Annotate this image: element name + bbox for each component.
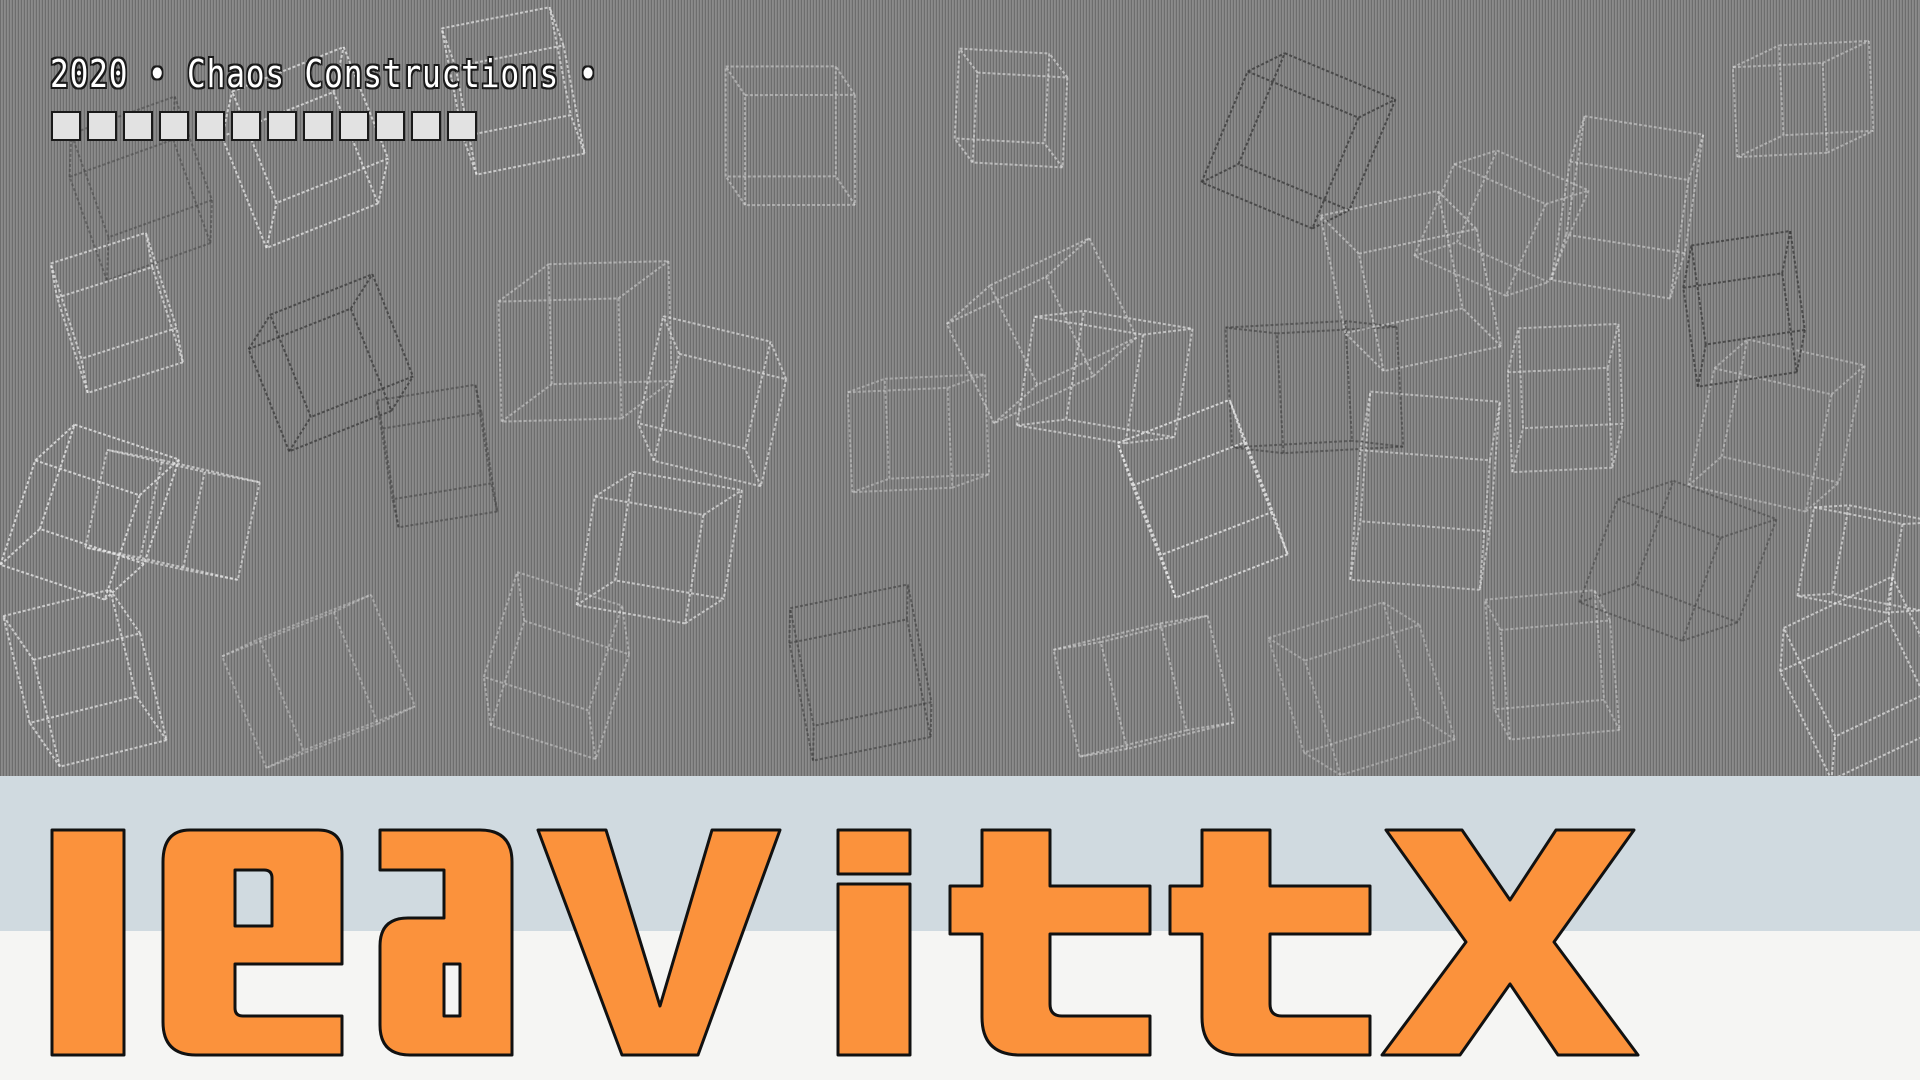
logo-glyph-v xyxy=(536,828,782,1057)
wireframe-cube-icon xyxy=(84,448,261,581)
loading-block-icon xyxy=(303,111,333,141)
logo-glyph-x xyxy=(1380,828,1640,1057)
wireframe-cube-icon xyxy=(2,588,168,768)
wireframe-cube-icon xyxy=(637,315,788,488)
wireframe-cube-icon xyxy=(497,260,673,423)
loading-block-icon xyxy=(123,111,153,141)
wireframe-cube-icon xyxy=(846,373,991,494)
wireframe-cube-icon xyxy=(49,231,184,394)
logo-leavittx: leavittx xyxy=(50,828,1640,1057)
wireframe-cube-icon xyxy=(953,47,1069,169)
wireframe-cube-icon xyxy=(1413,149,1590,297)
logo-glyph-l xyxy=(50,828,126,1057)
wireframe-cube-icon xyxy=(1267,601,1457,776)
wireframe-cube-icon xyxy=(221,593,417,769)
wireframe-cube-icon xyxy=(1349,390,1501,591)
wireframe-cube-icon xyxy=(1200,52,1397,230)
loading-block-icon xyxy=(231,111,261,141)
logo-glyph-t2 xyxy=(1168,828,1372,1057)
wireframe-cube-icon xyxy=(482,571,631,761)
wireframe-cube-icon xyxy=(724,65,857,207)
wireframe-cube-icon xyxy=(1116,398,1289,599)
wireframe-cube-icon xyxy=(1052,614,1235,758)
wireframe-cube-icon xyxy=(1483,589,1621,741)
wireframe-cube-icon xyxy=(1682,230,1806,388)
logo-glyph-e xyxy=(161,828,344,1057)
loading-block-icon xyxy=(267,111,297,141)
loading-block-icon xyxy=(87,111,117,141)
logo-glyph-i-stem xyxy=(836,882,912,1057)
loading-block-icon xyxy=(447,111,477,141)
logo-glyph-i-dot xyxy=(836,828,912,876)
wireframe-cubes-canvas: 2020 • Chaos Constructions • xyxy=(0,0,1920,776)
wireframe-cube-icon xyxy=(0,423,180,601)
wireframe-cube-icon xyxy=(575,470,743,625)
logo-glyph-t1 xyxy=(948,828,1152,1057)
demo-title: 2020 • Chaos Constructions • xyxy=(50,52,599,96)
loading-block-icon xyxy=(375,111,405,141)
wireframe-cube-icon xyxy=(788,583,933,762)
loading-block-icon xyxy=(195,111,225,141)
loading-block-icon xyxy=(51,111,81,141)
demo-screen: 2020 • Chaos Constructions • leavittx xyxy=(0,0,1920,1080)
wireframe-cube-icon xyxy=(1687,338,1866,513)
wireframe-cube-icon xyxy=(1731,39,1875,159)
wireframe-cube-icon xyxy=(1578,479,1778,642)
wireframe-cube-icon xyxy=(247,273,414,453)
loading-progress-blocks xyxy=(51,111,477,141)
logo-glyph-a xyxy=(378,828,514,1057)
loading-block-icon xyxy=(411,111,441,141)
loading-block-icon xyxy=(339,111,369,141)
wireframe-cube-icon xyxy=(945,237,1138,425)
wireframe-cube-icon xyxy=(1506,322,1624,474)
wireframe-cube-icon xyxy=(1550,115,1705,300)
loading-block-icon xyxy=(159,111,189,141)
